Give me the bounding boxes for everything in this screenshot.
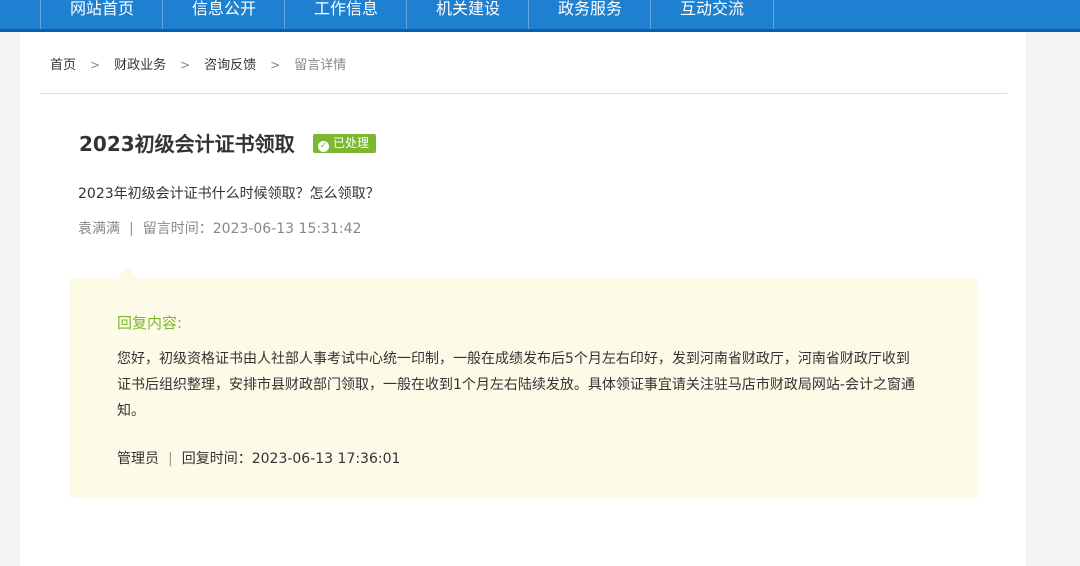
reply-box: 回复内容: 您好，初级资格证书由人社部人事考试中心统一印制，一般在成绩发布后5个… — [69, 278, 978, 498]
reply-time: 2023-06-13 17:36:01 — [251, 451, 401, 467]
chevron-right-icon: > — [90, 58, 101, 72]
breadcrumb-home[interactable]: 首页 — [50, 58, 76, 73]
status-badge-label: 已处理 — [333, 136, 370, 150]
status-badge: ✓ 已处理 — [313, 134, 377, 153]
nav-item-home[interactable]: 网站首页 — [40, 0, 163, 29]
message-time-label: 留言时间： — [142, 221, 213, 237]
breadcrumb-current: 留言详情 — [294, 58, 347, 73]
content-panel: 首页 > 财政业务 > 咨询反馈 > 留言详情 2023初级会计证书领取 ✓ 已处理 2023… — [20, 32, 1026, 566]
reply-responder: 管理员 — [117, 451, 159, 467]
reply-body: 您好，初级资格证书由人社部人事考试中心统一印制，一般在成绩发布后5个月左右印好，… — [117, 351, 915, 419]
top-navigation: 网站首页 信息公开 工作信息 机关建设 政务服务 互动交流 — [0, 0, 1080, 32]
breadcrumb-consult[interactable]: 咨询反馈 — [204, 58, 256, 73]
nav-item-interaction[interactable]: 互动交流 — [650, 0, 774, 29]
chevron-right-icon: > — [180, 58, 191, 72]
message-time: 2023-06-13 15:31:42 — [212, 221, 362, 237]
reply-pointer — [117, 266, 137, 278]
message-meta: 袁满满 | 留言时间：2023-06-13 15:31:42 — [78, 218, 361, 238]
divider — [40, 93, 1007, 94]
meta-divider: | — [129, 221, 134, 237]
message-question: 2023年初级会计证书什么时候领取？怎么领取？ — [78, 186, 380, 202]
reply-title: 回复内容: — [117, 314, 183, 332]
check-circle-icon: ✓ — [318, 141, 329, 152]
meta-divider: | — [168, 451, 173, 467]
breadcrumb: 首页 > 财政业务 > 咨询反馈 > 留言详情 — [50, 54, 346, 73]
reply-time-label: 回复时间： — [181, 451, 252, 467]
nav-item-organ-building[interactable]: 机关建设 — [406, 0, 529, 29]
chevron-right-icon: > — [270, 58, 281, 72]
message-author: 袁满满 — [78, 221, 120, 237]
breadcrumb-finance[interactable]: 财政业务 — [114, 58, 166, 73]
nav-item-work-info[interactable]: 工作信息 — [284, 0, 407, 29]
reply-meta: 管理员 | 回复时间：2023-06-13 17:36:01 — [117, 448, 400, 468]
message-title: 2023初级会计证书领取 — [79, 132, 295, 156]
nav-item-info-disclosure[interactable]: 信息公开 — [162, 0, 285, 29]
nav-item-gov-service[interactable]: 政务服务 — [528, 0, 651, 29]
